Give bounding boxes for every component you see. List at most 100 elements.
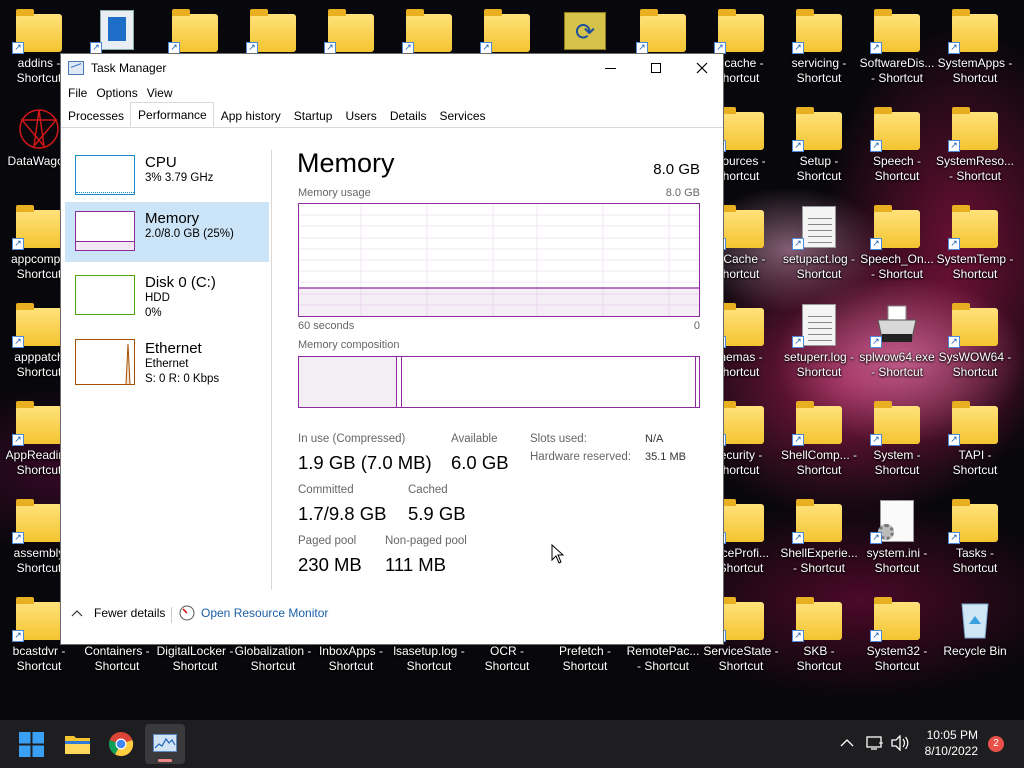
desktop-icon[interactable]: ↗ SystemTemp - Shortcut	[936, 200, 1014, 296]
desktop-icon[interactable]: ↗ SysWOW64 - Shortcut	[936, 298, 1014, 394]
desktop-icon[interactable]: ↗ ShellExperie... - Shortcut	[780, 494, 858, 590]
slots-used-label: Slots used:	[530, 433, 587, 445]
folder-icon: ↗	[948, 9, 998, 54]
resource-ethernet-adapter: Ethernet	[145, 358, 189, 370]
resource-memory-name: Memory	[145, 210, 200, 227]
cached-label: Cached	[408, 484, 448, 496]
task-manager-icon	[153, 734, 177, 752]
folder-icon: ↗	[870, 597, 920, 642]
folder-icon: ↗	[870, 205, 920, 250]
desktop-icon-label: Containers - Shortcut	[84, 644, 150, 673]
desktop-icon-label: Globalization - Shortcut	[234, 644, 312, 673]
desktop-icon[interactable]: ↗ Speech - Shortcut	[858, 102, 936, 198]
folder-icon: ↗	[870, 107, 920, 152]
resource-ethernet-name: Ethernet	[145, 340, 202, 357]
open-resource-monitor-label: Open Resource Monitor	[201, 606, 329, 620]
desktop-icon-label: System - Shortcut	[873, 448, 921, 477]
desktop-icon[interactable]: ↗ splwow64.exe - Shortcut	[858, 298, 936, 394]
menu-options[interactable]: Options	[95, 86, 144, 100]
memory-usage-label: Memory usage	[298, 187, 371, 199]
paged-pool-value: 230 MB	[298, 554, 362, 575]
menu-view[interactable]: View	[146, 86, 180, 100]
folder-icon: ↗	[792, 9, 842, 54]
desktop-icon[interactable]: ↗ System32 - Shortcut	[858, 592, 936, 688]
desktop-icon[interactable]: ↗ Setup - Shortcut	[780, 102, 858, 198]
tab-performance[interactable]: Performance	[130, 102, 214, 127]
desktop-icon[interactable]: Recycle Bin	[936, 592, 1014, 688]
mouse-cursor	[551, 544, 565, 564]
shortcut-arrow-icon: ↗	[870, 630, 882, 642]
resource-ethernet[interactable]: Ethernet Ethernet S: 0 R: 0 Kbps	[65, 332, 269, 396]
fewer-details-button[interactable]: Fewer details	[71, 606, 165, 620]
desktop-icon-label: ShellComp... - Shortcut	[780, 448, 858, 477]
desktop-icon[interactable]: ↗ SoftwareDis... - Shortcut	[858, 4, 936, 100]
desktop-icon[interactable]: ↗ system.ini - Shortcut	[858, 494, 936, 590]
desktop-icon[interactable]: ↗ Speech_On... - Shortcut	[858, 200, 936, 296]
shortcut-arrow-icon: ↗	[792, 238, 804, 250]
tab-startup[interactable]: Startup	[287, 104, 339, 127]
close-button[interactable]	[679, 54, 725, 82]
desktop-icon[interactable]: ↗ SystemReso... - Shortcut	[936, 102, 1014, 198]
title-bar[interactable]: Task Manager	[61, 54, 723, 82]
clock[interactable]: 10:05 PM 8/10/2022	[916, 727, 978, 759]
cpu-thumbnail-graph	[75, 155, 135, 195]
minimize-button[interactable]	[587, 54, 633, 82]
desktop-icon-label: SysWOW64 - Shortcut	[938, 350, 1012, 379]
desktop-icon-label: Recycle Bin	[943, 644, 1007, 658]
resource-cpu-detail: 3% 3.79 GHz	[145, 172, 214, 184]
resource-disk[interactable]: Disk 0 (C:) HDD 0%	[65, 266, 269, 330]
volume-icon[interactable]	[890, 735, 910, 751]
footer-bar: Fewer details Open Resource Monitor	[61, 592, 723, 644]
nonpaged-pool-value: 111 MB	[385, 554, 447, 575]
resource-cpu[interactable]: CPU 3% 3.79 GHz	[65, 146, 269, 210]
resource-ethernet-throughput: S: 0 R: 0 Kbps	[145, 373, 220, 385]
desktop-icon-label: lsasetup.log - Shortcut	[393, 644, 465, 673]
taskbar: 10:05 PM 8/10/2022 2	[0, 720, 1024, 768]
desktop-icon[interactable]: ↗ setupact.log - Shortcut	[780, 200, 858, 296]
windows-logo-icon	[19, 732, 44, 757]
show-hidden-icons-chevron[interactable]	[840, 738, 854, 748]
desktop-icon-label: RemotePac... - Shortcut	[626, 644, 700, 673]
shortcut-arrow-icon: ↗	[12, 42, 24, 54]
folder-icon: ↗	[12, 499, 62, 544]
shortcut-arrow-icon: ↗	[870, 42, 882, 54]
tab-details[interactable]: Details	[383, 104, 433, 127]
folder-icon: ↗	[714, 401, 764, 446]
active-app-indicator	[158, 759, 172, 762]
desktop-icon[interactable]: ↗ SystemApps - Shortcut	[936, 4, 1014, 100]
folder-icon: ↗	[948, 205, 998, 250]
notification-badge[interactable]: 2	[988, 736, 1004, 752]
shortcut-arrow-icon: ↗	[948, 434, 960, 446]
desktop-icon-label: setuperr.log - Shortcut	[783, 350, 855, 379]
desktop-icon[interactable]: ↗ setuperr.log - Shortcut	[780, 298, 858, 394]
start-button[interactable]	[19, 732, 44, 757]
network-icon[interactable]	[866, 734, 884, 752]
desktop-icon[interactable]: ↗ ShellComp... - Shortcut	[780, 396, 858, 492]
chrome-button[interactable]	[108, 731, 134, 757]
tab-users[interactable]: Users	[338, 104, 382, 127]
resource-memory[interactable]: Memory 2.0/8.0 GB (25%)	[65, 202, 269, 262]
task-manager-window[interactable]: Task Manager File Options View Processes…	[60, 53, 724, 645]
open-resource-monitor-link[interactable]: Open Resource Monitor	[179, 605, 328, 621]
tab-processes[interactable]: Processes	[61, 104, 130, 127]
desktop-icon[interactable]: ↗ TAPI - Shortcut	[936, 396, 1014, 492]
folder-icon: ↗	[792, 499, 842, 544]
folder-icon: ↗	[12, 9, 62, 54]
desktop-icon[interactable]: ↗ SKB - Shortcut	[780, 592, 858, 688]
task-manager-taskbar-button[interactable]	[145, 724, 185, 764]
folder-icon	[65, 736, 90, 754]
desktop-icon[interactable]: ↗ servicing - Shortcut	[780, 4, 858, 100]
file-explorer-button[interactable]	[64, 732, 91, 756]
shortcut-arrow-icon: ↗	[12, 434, 24, 446]
tab-services[interactable]: Services	[433, 104, 492, 127]
memory-composition-bar	[298, 356, 700, 408]
tab-app-history[interactable]: App history	[214, 104, 287, 127]
folder-icon: ↗	[480, 9, 530, 54]
available-value: 6.0 GB	[451, 452, 509, 473]
chrome-icon	[108, 732, 134, 757]
desktop-icon[interactable]: ↗ System - Shortcut	[858, 396, 936, 492]
maximize-button[interactable]	[633, 54, 679, 82]
menu-file[interactable]: File	[67, 86, 94, 100]
desktop-icon[interactable]: ↗ Tasks - Shortcut	[936, 494, 1014, 590]
memory-title: Memory	[297, 148, 395, 178]
